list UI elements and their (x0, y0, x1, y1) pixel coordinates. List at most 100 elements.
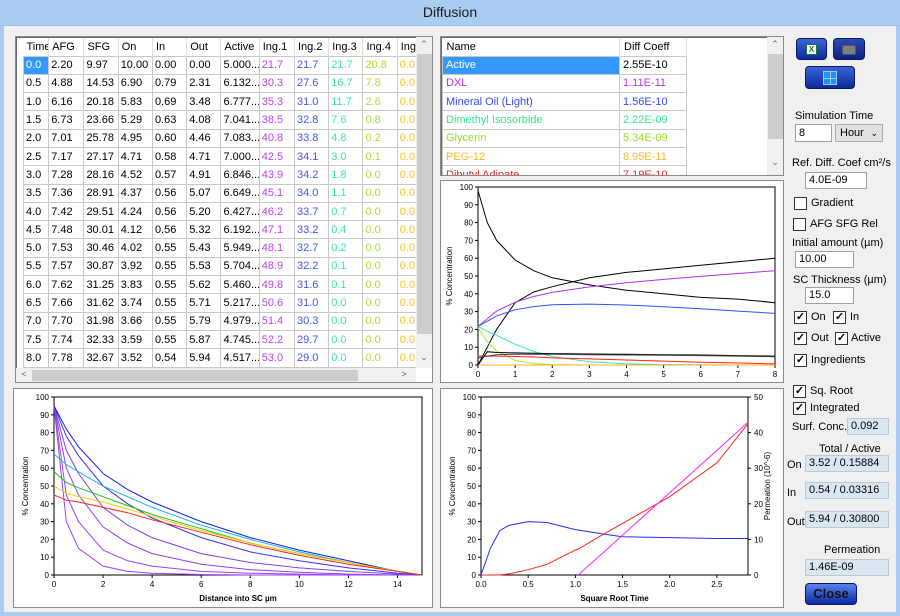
simulation-time-input[interactable]: 8 (795, 124, 832, 142)
table-cell[interactable]: 3.52 (117, 348, 153, 368)
table-cell[interactable]: 30.01 (83, 220, 119, 240)
table-cell[interactable]: 0.57 (151, 165, 188, 185)
results-table[interactable]: Time AFG SFG On In Out Active Ing.1 Ing.2 Ing.3 In… (15, 36, 433, 383)
table-cell[interactable]: 3.0 (22, 165, 50, 185)
table-row[interactable]: 0.0 2.20 9.97 10.00 0.00 0.00 5.000... 21.7 21.7… (22, 55, 424, 75)
table-cell[interactable]: 7.62 (48, 275, 85, 295)
gradient-checkbox[interactable] (794, 197, 807, 210)
column-header-ing3[interactable]: Ing.3 (328, 38, 364, 56)
table-cell[interactable]: 0.56 (151, 220, 188, 240)
ingredient-row[interactable]: Dibutyl Adipate 7.19E-10 (442, 165, 687, 175)
table-cell[interactable]: 7.083... (220, 128, 260, 148)
table-cell[interactable]: 42.5 (258, 146, 295, 167)
table-cell[interactable]: 0.0 (328, 348, 364, 368)
ingredient-diff-coeff[interactable]: 8.95E-11 (619, 146, 687, 167)
table-cell[interactable]: 5.94 (186, 348, 222, 368)
scroll-up-icon[interactable]: ⌃ (416, 39, 432, 50)
ref-diff-coef-input[interactable]: 4.0E-09 (805, 172, 867, 189)
table-cell[interactable]: 34.1 (293, 146, 330, 167)
ingredient-diff-coeff[interactable]: 7.19E-10 (619, 165, 687, 175)
table-cell[interactable]: 4.71 (186, 146, 222, 167)
table-cell[interactable]: 5.000... (220, 55, 260, 75)
column-header-in[interactable]: In (152, 38, 188, 56)
hscroll-thumb[interactable] (32, 370, 358, 381)
table-cell[interactable]: 0.55 (151, 293, 188, 313)
time-unit-select[interactable]: Hour ⌄ (835, 124, 883, 142)
table-cell[interactable]: 2.31 (186, 73, 222, 94)
table-cell[interactable]: 6.16 (48, 92, 85, 112)
table-cell[interactable]: 0.58 (151, 146, 188, 167)
table-row[interactable]: 5.5 7.57 30.87 3.92 0.55 5.53 5.704... 48.9 32.2… (22, 256, 424, 277)
table-cell[interactable]: 3.59 (117, 329, 153, 350)
table-row[interactable]: 3.5 7.36 28.91 4.37 0.56 5.07 6.649... 45.1 34.0… (22, 183, 424, 203)
table-cell[interactable]: 5.43 (186, 238, 222, 258)
table-cell[interactable]: 29.51 (83, 201, 119, 222)
table-cell[interactable]: 32.2 (293, 256, 330, 277)
table-cell[interactable]: 0.0 (362, 165, 398, 185)
table-cell[interactable]: 1.8 (328, 165, 364, 185)
in-checkbox[interactable]: ✓ (833, 311, 846, 324)
ingredient-name[interactable]: Glycerin (442, 128, 620, 148)
column-header-ing4[interactable]: Ing.4 (362, 38, 398, 56)
table-cell[interactable]: 48.9 (258, 256, 295, 277)
table-cell[interactable]: 7.78 (48, 348, 85, 368)
table-cell[interactable]: 0.55 (151, 275, 188, 295)
table-cell[interactable]: 0.4 (328, 220, 364, 240)
table-cell[interactable]: 7.01 (48, 128, 85, 148)
table-cell[interactable]: 0.8 (362, 110, 398, 130)
table-cell[interactable]: 5.07 (186, 183, 222, 203)
table-cell[interactable]: 0.0 (362, 311, 398, 331)
table-cell[interactable]: 10.00 (117, 55, 153, 75)
table-cell[interactable]: 45.1 (258, 183, 295, 203)
ingredient-name[interactable]: Dibutyl Adipate (442, 165, 620, 175)
table-cell[interactable]: 25.78 (83, 128, 119, 148)
snapshot-button[interactable] (833, 38, 865, 60)
ingredient-diff-coeff[interactable]: 5.34E-09 (619, 128, 687, 148)
table-cell[interactable]: 4.12 (117, 220, 153, 240)
table-cell[interactable]: 5.53 (186, 256, 222, 277)
table-cell[interactable]: 4.745... (220, 329, 260, 350)
table-cell[interactable]: 21.7 (328, 55, 364, 75)
table-cell[interactable]: 0.55 (151, 311, 188, 331)
table-cell[interactable]: 5.460... (220, 275, 260, 295)
column-header-diff-coeff[interactable]: Diff Coeff (619, 38, 687, 56)
table-cell[interactable]: 4.24 (117, 201, 153, 222)
table-cell[interactable]: 3.0 (328, 146, 364, 167)
scroll-down-icon[interactable]: ⌄ (767, 157, 783, 168)
scroll-left-icon[interactable]: < (16, 369, 32, 379)
table-cell[interactable]: 6.0 (22, 275, 50, 295)
table-row[interactable]: 3.0 7.28 28.16 4.52 0.57 4.91 6.846... 43.9 34.2… (22, 165, 424, 185)
column-header-ing1[interactable]: Ing.1 (259, 38, 295, 56)
ingredient-diff-coeff[interactable]: 2.22E-09 (619, 110, 687, 130)
table-cell[interactable]: 6.132... (220, 73, 260, 94)
table-cell[interactable]: 0.2 (362, 128, 398, 148)
column-header-on[interactable]: On (118, 38, 153, 56)
initial-amount-input[interactable]: 10.00 (795, 251, 854, 268)
table-cell[interactable]: 38.5 (258, 110, 295, 130)
ingredient-diff-coeff[interactable]: 1.11E-11 (619, 73, 687, 94)
table-cell[interactable]: 0.2 (328, 238, 364, 258)
table-cell[interactable]: 30.87 (83, 256, 119, 277)
table-cell[interactable]: 4.71 (117, 146, 153, 167)
table-cell[interactable]: 4.5 (22, 220, 50, 240)
afg-sfg-rel-checkbox[interactable] (793, 218, 806, 231)
table-cell[interactable]: 0.5 (22, 73, 50, 94)
table-cell[interactable]: 34.0 (293, 183, 330, 203)
table-cell[interactable]: 52.2 (258, 329, 295, 350)
ingredient-name[interactable]: DXL (442, 73, 620, 94)
table-cell[interactable]: 3.66 (117, 311, 153, 331)
table-cell[interactable]: 29.7 (293, 329, 330, 350)
table-cell[interactable]: 0.1 (328, 256, 364, 277)
out-checkbox[interactable]: ✓ (794, 332, 807, 345)
table-cell[interactable]: 3.48 (186, 92, 222, 112)
sq-root-checkbox[interactable]: ✓ (793, 385, 806, 398)
table-cell[interactable]: 0.0 (362, 293, 398, 313)
ingredients-table[interactable]: Name Diff Coeff Active 2.55E-10 DXL 1.11E-1… (440, 36, 784, 176)
table-cell[interactable]: 4.46 (186, 128, 222, 148)
table-cell[interactable]: 6.73 (48, 110, 85, 130)
table-cell[interactable]: 7.28 (48, 165, 85, 185)
table-cell[interactable]: 4.88 (48, 73, 85, 94)
table-cell[interactable]: 49.8 (258, 275, 295, 295)
table-cell[interactable]: 5.62 (186, 275, 222, 295)
table-cell[interactable]: 4.02 (117, 238, 153, 258)
